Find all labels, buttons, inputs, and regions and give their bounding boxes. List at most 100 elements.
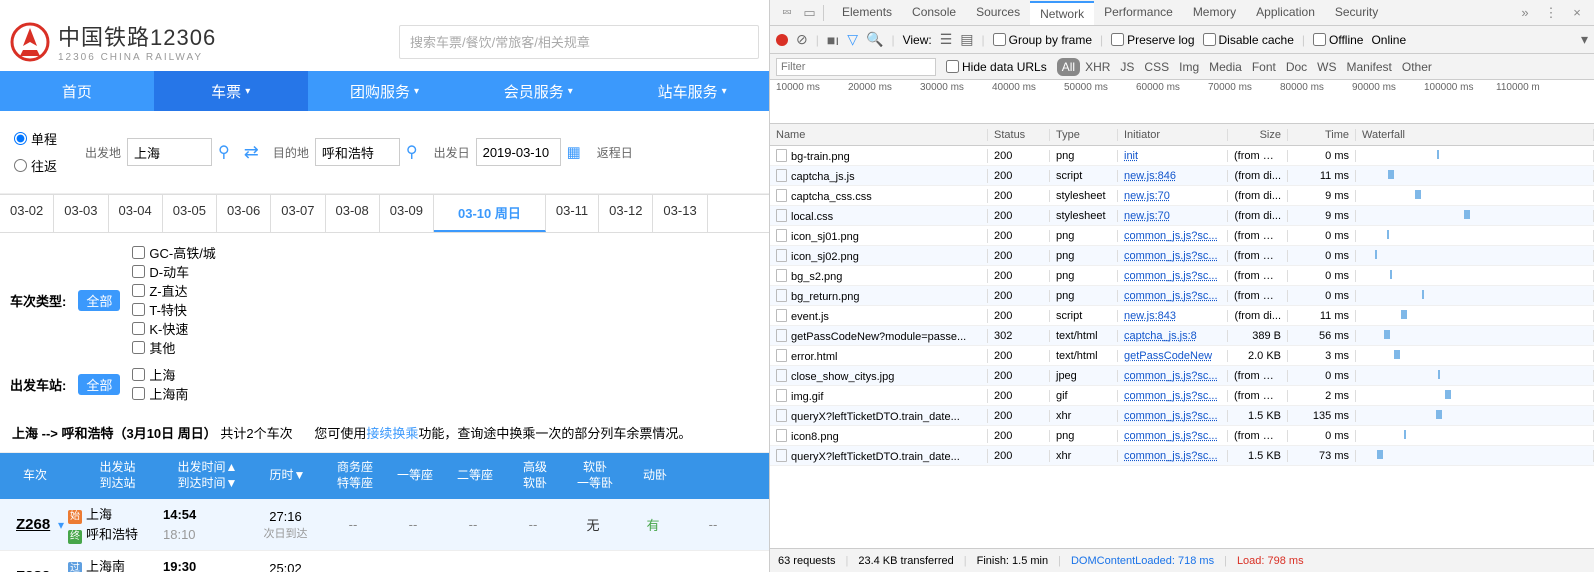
- site-search-input[interactable]: 搜索车票/餐饮/常旅客/相关规章: [399, 25, 759, 59]
- net-column-header[interactable]: Initiator: [1118, 129, 1228, 141]
- network-request-row[interactable]: bg-train.png 200 png init (from m... 0 m…: [770, 146, 1594, 166]
- resource-type-filter[interactable]: Img: [1174, 58, 1204, 76]
- network-request-row[interactable]: bg_s2.png 200 png common_js.js?sc... (fr…: [770, 266, 1594, 286]
- train-type-checkbox[interactable]: 其他: [132, 338, 215, 357]
- disable-cache-checkbox[interactable]: Disable cache: [1203, 33, 1294, 47]
- network-request-row[interactable]: error.html 200 text/html getPassCodeNew …: [770, 346, 1594, 366]
- resource-type-filter[interactable]: XHR: [1080, 58, 1115, 76]
- close-icon[interactable]: ×: [1566, 5, 1588, 20]
- station-checkbox[interactable]: 上海: [132, 365, 188, 384]
- date-tab[interactable]: 03-08: [326, 195, 380, 232]
- column-header[interactable]: 二等座: [445, 468, 505, 484]
- net-column-header[interactable]: Waterfall: [1356, 129, 1594, 141]
- offline-checkbox[interactable]: Offline: [1313, 33, 1363, 47]
- network-request-row[interactable]: getPassCodeNew?module=passe... 302 text/…: [770, 326, 1594, 346]
- timeline-overview[interactable]: 10000 ms20000 ms30000 ms40000 ms50000 ms…: [770, 80, 1594, 124]
- nav-member[interactable]: 会员服务▾: [461, 71, 615, 111]
- train-code[interactable]: Z268: [0, 516, 58, 533]
- net-column-header[interactable]: Status: [988, 129, 1050, 141]
- devtools-tab-memory[interactable]: Memory: [1183, 1, 1246, 25]
- date-tab[interactable]: 03-11: [546, 195, 599, 232]
- devtools-tab-application[interactable]: Application: [1246, 1, 1325, 25]
- date-tab[interactable]: 03-07: [271, 195, 325, 232]
- column-header[interactable]: 出发时间▲到达时间▼: [165, 460, 250, 491]
- devtools-tab-performance[interactable]: Performance: [1094, 1, 1183, 25]
- filter-funnel-icon[interactable]: ▽: [847, 31, 858, 48]
- column-header[interactable]: 历时▼: [250, 468, 325, 484]
- network-request-row[interactable]: queryX?leftTicketDTO.train_date... 200 x…: [770, 446, 1594, 466]
- group-by-frame-checkbox[interactable]: Group by frame: [993, 33, 1092, 47]
- network-request-row[interactable]: icon_sj01.png 200 png common_js.js?sc...…: [770, 226, 1594, 246]
- nav-group[interactable]: 团购服务▾: [308, 71, 462, 111]
- net-column-header[interactable]: Time: [1288, 129, 1356, 141]
- clear-icon[interactable]: ⊘: [796, 31, 808, 48]
- devtools-tab-sources[interactable]: Sources: [966, 1, 1030, 25]
- expand-icon[interactable]: ▾: [58, 518, 68, 532]
- calendar-icon[interactable]: ▦: [567, 143, 581, 161]
- train-code[interactable]: Z282: [0, 568, 58, 572]
- resource-type-filter[interactable]: CSS: [1139, 58, 1174, 76]
- date-input[interactable]: [476, 138, 561, 166]
- network-request-row[interactable]: bg_return.png 200 png common_js.js?sc...…: [770, 286, 1594, 306]
- date-tab[interactable]: 03-12: [599, 195, 653, 232]
- network-request-row[interactable]: captcha_js.js 200 script new.js:846 (fro…: [770, 166, 1594, 186]
- filter-all-chip[interactable]: 全部: [78, 290, 120, 311]
- view-large-icon[interactable]: ▤: [960, 31, 973, 48]
- resource-type-filter[interactable]: Media: [1204, 58, 1247, 76]
- column-header[interactable]: 高级软卧: [505, 460, 565, 491]
- swap-icon[interactable]: ⇄: [244, 142, 259, 163]
- network-request-row[interactable]: close_show_citys.jpg 200 jpeg common_js.…: [770, 366, 1594, 386]
- search-icon[interactable]: 🔍: [866, 31, 883, 48]
- date-tab[interactable]: 03-09: [380, 195, 434, 232]
- train-type-checkbox[interactable]: Z-直达: [132, 281, 215, 300]
- column-header[interactable]: 软卧一等卧: [565, 460, 625, 491]
- location-pin-icon[interactable]: ⚲: [406, 142, 418, 162]
- resource-type-filter[interactable]: WS: [1312, 58, 1341, 76]
- dropdown-icon[interactable]: ▾: [1581, 31, 1588, 48]
- net-column-header[interactable]: Type: [1050, 129, 1118, 141]
- settings-icon[interactable]: ⋮: [1540, 5, 1562, 21]
- device-icon[interactable]: ▭: [802, 5, 824, 21]
- station-checkbox[interactable]: 上海南: [132, 384, 188, 403]
- resource-type-filter[interactable]: Font: [1247, 58, 1281, 76]
- to-input[interactable]: [315, 138, 400, 166]
- devtools-tab-network[interactable]: Network: [1030, 1, 1094, 25]
- trip-round-radio[interactable]: 往返: [14, 156, 57, 175]
- preserve-log-checkbox[interactable]: Preserve log: [1111, 33, 1194, 47]
- date-tab[interactable]: 03-03: [54, 195, 108, 232]
- devtools-tab-security[interactable]: Security: [1325, 1, 1388, 25]
- devtools-tab-elements[interactable]: Elements: [832, 1, 902, 25]
- column-header[interactable]: 出发站到达站: [70, 460, 165, 491]
- more-tabs-icon[interactable]: »: [1514, 5, 1536, 20]
- view-list-icon[interactable]: ☰: [940, 31, 953, 48]
- network-request-row[interactable]: icon_sj02.png 200 png common_js.js?sc...…: [770, 246, 1594, 266]
- network-request-row[interactable]: img.gif 200 gif common_js.js?sc... (from…: [770, 386, 1594, 406]
- filter-all-chip[interactable]: 全部: [78, 374, 120, 395]
- train-type-checkbox[interactable]: GC-高铁/城: [132, 243, 215, 262]
- nav-station[interactable]: 站车服务▾: [615, 71, 769, 111]
- column-header[interactable]: 动卧: [625, 468, 685, 484]
- record-button[interactable]: [776, 34, 788, 46]
- from-input[interactable]: [127, 138, 212, 166]
- date-tab[interactable]: 03-02: [0, 195, 54, 232]
- train-type-checkbox[interactable]: D-动车: [132, 262, 215, 281]
- nav-home[interactable]: 首页: [0, 71, 154, 111]
- train-type-checkbox[interactable]: T-特快: [132, 300, 215, 319]
- hide-data-urls-checkbox[interactable]: Hide data URLs: [946, 60, 1047, 74]
- train-type-checkbox[interactable]: K-快速: [132, 319, 215, 338]
- resource-type-filter[interactable]: All: [1057, 58, 1080, 76]
- inspect-icon[interactable]: ⮹: [776, 5, 798, 21]
- net-column-header[interactable]: Size: [1228, 129, 1288, 141]
- capture-icon[interactable]: ■ı: [827, 32, 839, 48]
- column-header[interactable]: 车次: [0, 468, 70, 484]
- online-select[interactable]: Online: [1371, 33, 1406, 47]
- date-tab[interactable]: 03-13: [653, 195, 707, 232]
- network-request-row[interactable]: event.js 200 script new.js:843 (from di.…: [770, 306, 1594, 326]
- net-column-header[interactable]: Name: [770, 129, 988, 141]
- resource-type-filter[interactable]: JS: [1115, 58, 1139, 76]
- location-pin-icon[interactable]: ⚲: [218, 142, 230, 162]
- nav-tickets[interactable]: 车票▾: [154, 71, 308, 111]
- column-header[interactable]: 一等座: [385, 468, 445, 484]
- devtools-tab-console[interactable]: Console: [902, 1, 966, 25]
- date-tab[interactable]: 03-06: [217, 195, 271, 232]
